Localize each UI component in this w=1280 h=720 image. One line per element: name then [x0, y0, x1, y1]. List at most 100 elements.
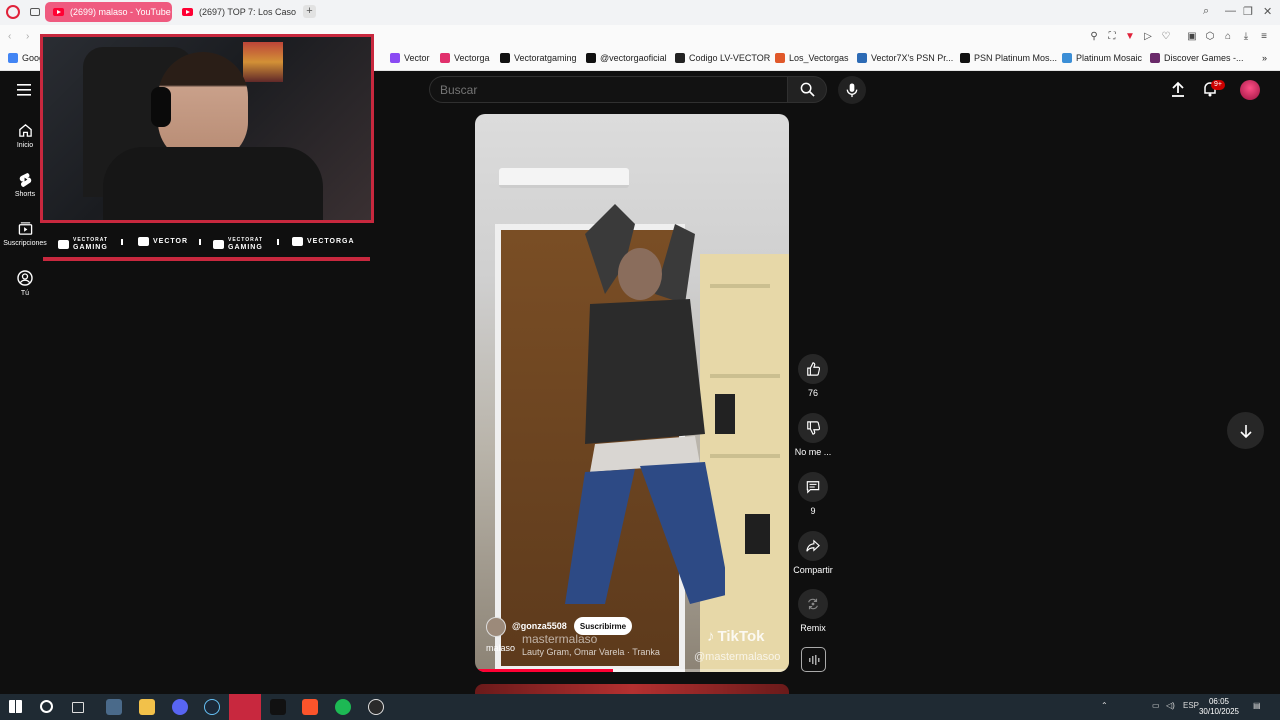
- tiktok-note-icon: ♪: [707, 628, 715, 645]
- remix-button[interactable]: Remix: [792, 589, 834, 633]
- download-icon[interactable]: ⤓: [1240, 31, 1252, 43]
- instagram-icon: [440, 53, 450, 63]
- snapshot-icon[interactable]: ⛶: [1106, 31, 1118, 43]
- taskbar-clock[interactable]: 06:05 30/10/2025: [1196, 697, 1242, 717]
- comment-count: 9: [810, 506, 816, 516]
- create-button[interactable]: [1171, 81, 1185, 102]
- restore-icon[interactable]: ❐: [1243, 5, 1253, 18]
- menu-icon[interactable]: ≡: [1258, 31, 1270, 43]
- close-icon[interactable]: ✕: [1263, 5, 1272, 18]
- bookmark-item[interactable]: Vector7X's PSN Pr...: [857, 53, 953, 63]
- music-credit[interactable]: Lauty Gram, Omar Varela · Tranka: [522, 647, 660, 657]
- brave-icon[interactable]: [302, 699, 318, 715]
- pocket-icon[interactable]: ▼: [1124, 31, 1136, 43]
- next-short-button[interactable]: [1227, 412, 1264, 449]
- overlay-accent-line: [43, 257, 370, 261]
- play-icon[interactable]: ▷: [1142, 31, 1154, 43]
- obs-icon[interactable]: [368, 699, 384, 715]
- arcade-lights: [243, 42, 283, 82]
- pin-icon[interactable]: ⚲: [1088, 31, 1100, 43]
- bookmark-item[interactable]: @vectorgaoficial: [586, 53, 667, 63]
- platinum-icon: [1062, 53, 1072, 63]
- watermark-user: mastermalaso: [522, 632, 598, 646]
- search-box: [429, 76, 787, 103]
- tiktok-handle: @mastermalasoo: [694, 651, 781, 663]
- bookmark-item[interactable]: Platinum Mosaic: [1062, 53, 1142, 63]
- start-icon[interactable]: [9, 700, 22, 713]
- channel-name[interactable]: @gonza5508: [512, 621, 567, 631]
- bookmark-item[interactable]: Codigo LV-VECTOR: [675, 53, 770, 63]
- bookmark-item[interactable]: Goog: [8, 53, 44, 63]
- youtube-favicon-icon: [182, 8, 193, 16]
- next-short-preview[interactable]: [475, 684, 789, 694]
- heart-icon[interactable]: ♡: [1160, 31, 1172, 43]
- app-icon[interactable]: [106, 699, 122, 715]
- bookmark-item[interactable]: PSN Platinum Mos...: [960, 53, 1057, 63]
- hamburger-menu-icon[interactable]: [17, 83, 31, 101]
- chevron-up-icon[interactable]: ⌃: [1101, 701, 1108, 710]
- bookmark-item[interactable]: Vectoratgaming: [500, 53, 577, 63]
- opera-logo-icon[interactable]: [6, 5, 20, 19]
- sidebar-item-label: Tú: [20, 290, 30, 297]
- thumbs-up-icon: [807, 362, 820, 376]
- forward-icon[interactable]: ›: [26, 31, 29, 42]
- remix-icon: [808, 598, 818, 610]
- tab-top7[interactable]: (2697) TOP 7: Los Casos: [174, 2, 296, 22]
- psn-icon: [857, 53, 867, 63]
- active-app-icon[interactable]: [229, 694, 261, 720]
- network-icon[interactable]: ▭: [1152, 701, 1160, 710]
- voice-search-button[interactable]: [838, 76, 866, 104]
- search-button[interactable]: [787, 76, 827, 103]
- video-progress-bar[interactable]: [475, 669, 789, 672]
- you-icon: [17, 270, 33, 286]
- air-conditioner: [499, 168, 629, 188]
- twitter-icon: [213, 239, 224, 249]
- wallet-icon[interactable]: ⌂: [1222, 31, 1234, 43]
- more-bookmarks-icon[interactable]: »: [1262, 53, 1267, 63]
- minimize-icon[interactable]: —: [1225, 5, 1236, 17]
- discover-icon: [1150, 53, 1160, 63]
- headphones: [151, 87, 171, 127]
- search-icon[interactable]: [40, 700, 53, 713]
- search-input[interactable]: [430, 77, 787, 102]
- comments-button[interactable]: 9: [792, 472, 834, 516]
- like-button[interactable]: 76: [792, 354, 834, 398]
- clock-date: 30/10/2025: [1198, 707, 1240, 716]
- new-tab-button[interactable]: +: [303, 5, 316, 18]
- shorts-icon: [19, 172, 31, 187]
- task-view-icon[interactable]: [72, 702, 84, 713]
- search-tabs-icon[interactable]: ⌕: [1203, 5, 1209, 18]
- x-icon: [500, 53, 510, 63]
- volume-icon[interactable]: ◁): [1166, 701, 1175, 710]
- extensions-icon[interactable]: ⬡: [1204, 31, 1216, 43]
- tab-malaso[interactable]: (2699) malaso - YouTube: [45, 2, 172, 22]
- social-twitch: VECTOR: [138, 237, 188, 246]
- share-button[interactable]: Compartir: [792, 531, 834, 575]
- avatar[interactable]: [1240, 80, 1260, 100]
- sidebar-item-tu[interactable]: Tú: [0, 270, 50, 297]
- streamer-head: [158, 52, 248, 162]
- streamer-webcam: [40, 34, 374, 223]
- arrow-down-icon: [1239, 424, 1252, 438]
- reddit-icon: [775, 53, 785, 63]
- workspaces-icon[interactable]: [30, 8, 40, 16]
- spotify-icon[interactable]: [335, 699, 351, 715]
- discord-icon[interactable]: [172, 699, 188, 715]
- sound-button[interactable]: [801, 647, 826, 672]
- playstation-icon: [960, 53, 970, 63]
- bookmark-item[interactable]: Vectorga: [440, 53, 490, 63]
- bookmark-item[interactable]: Vector: [390, 53, 430, 63]
- dislike-button[interactable]: No me ...: [792, 413, 834, 457]
- bookmark-item[interactable]: Discover Games -...: [1150, 53, 1244, 63]
- remix-label: Remix: [800, 623, 826, 633]
- easy-setup-icon[interactable]: ▣: [1186, 31, 1198, 43]
- share-icon: [806, 539, 820, 552]
- bookmark-item[interactable]: Los_Vectorgas: [775, 53, 849, 63]
- streaming-app-icon[interactable]: [270, 699, 286, 715]
- steam-icon[interactable]: [204, 699, 220, 715]
- notification-center-icon[interactable]: ▤: [1253, 701, 1261, 710]
- file-explorer-icon[interactable]: [139, 699, 155, 715]
- short-video-player[interactable]: @gonza5508 Suscribirme mastermalaso mala…: [475, 114, 789, 672]
- back-icon[interactable]: ‹: [8, 31, 11, 42]
- channel-avatar[interactable]: [486, 617, 506, 637]
